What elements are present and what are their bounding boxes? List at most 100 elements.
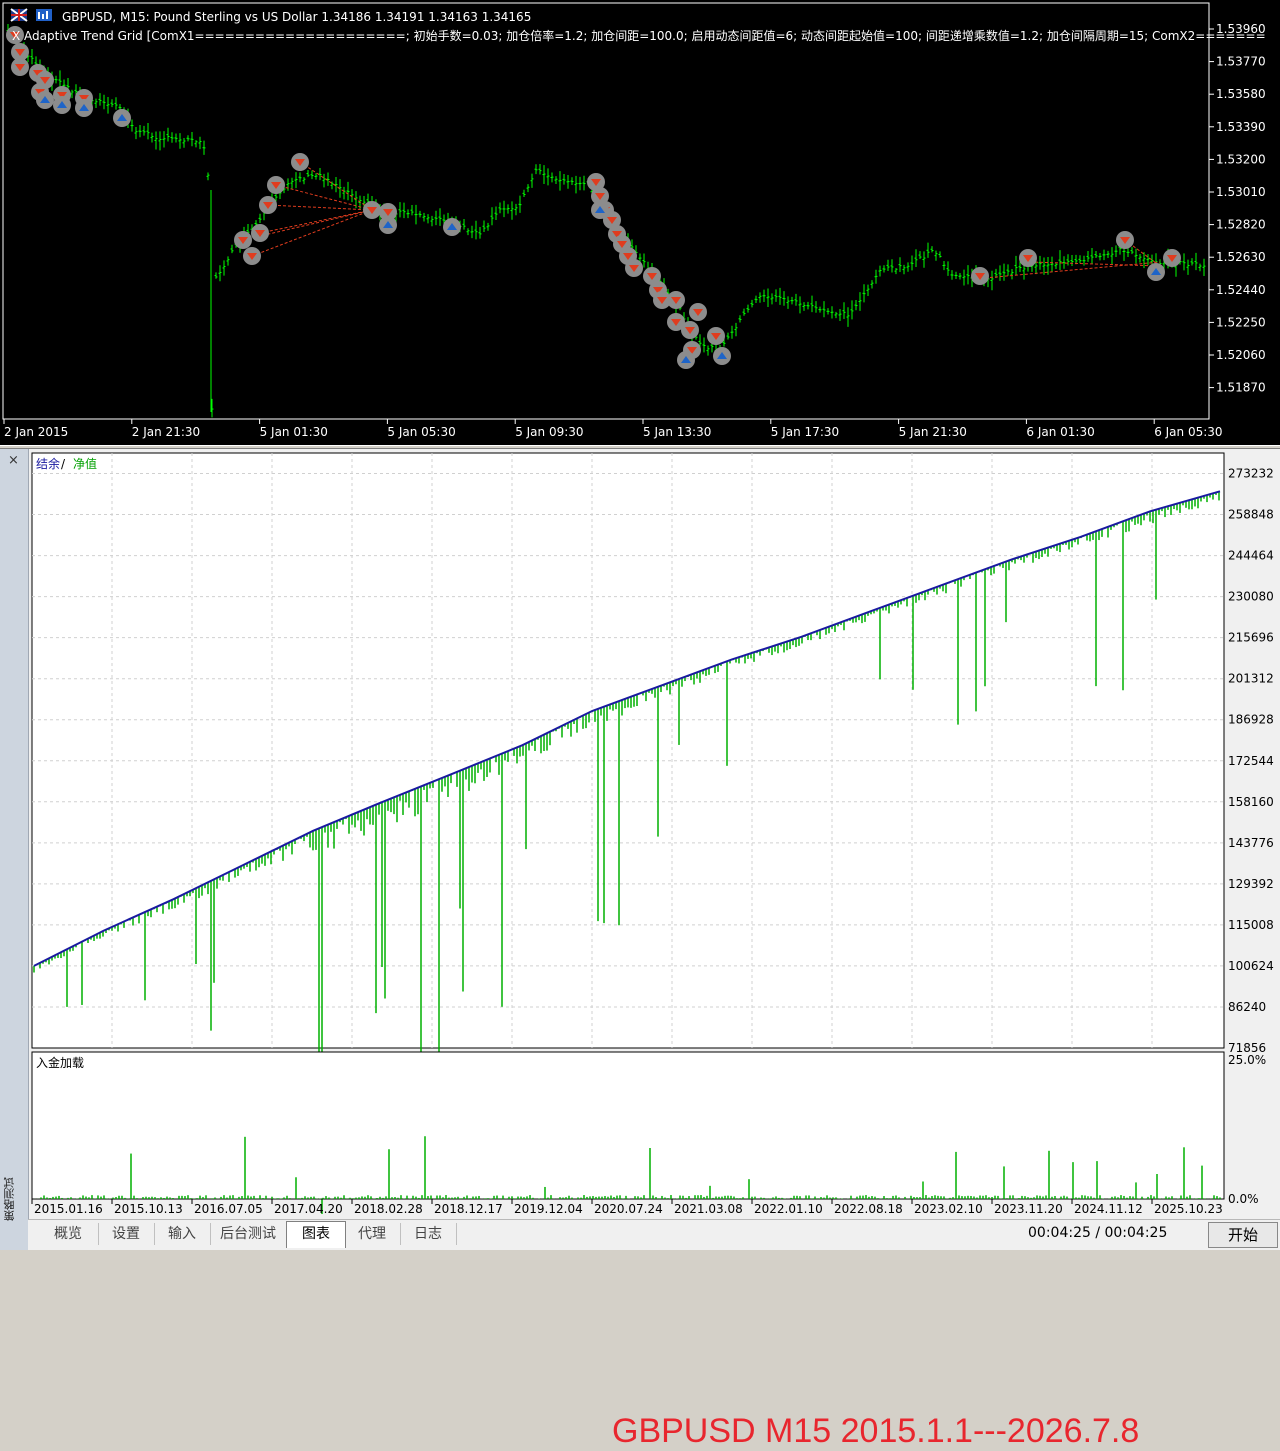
sell-marker[interactable] xyxy=(971,267,989,285)
time-tick-label: 6 Jan 05:30 xyxy=(1154,425,1222,439)
balance-y-tick-label: 215696 xyxy=(1228,631,1274,645)
balance-y-tick-label: 230080 xyxy=(1228,590,1274,604)
price-tick-label: 1.52820 xyxy=(1216,218,1266,232)
elapsed-timer: 00:04:25 / 00:04:25 xyxy=(1028,1225,1168,1241)
tab-inputs[interactable]: 输入 xyxy=(154,1223,211,1245)
sell-marker[interactable] xyxy=(259,196,277,214)
buy-marker[interactable] xyxy=(677,351,695,369)
sell-marker[interactable] xyxy=(707,327,725,345)
buy-marker[interactable] xyxy=(113,109,131,127)
buy-marker[interactable] xyxy=(379,216,397,234)
date-tick-label: 2015.01.16 xyxy=(34,1202,103,1214)
time-tick-label: 5 Jan 01:30 xyxy=(260,425,328,439)
balance-y-tick-label: 273232 xyxy=(1228,467,1274,481)
sell-marker[interactable] xyxy=(251,224,269,242)
balance-x-axis: 2015.01.16 2015.10.13 2016.07.05 2017.04.20… xyxy=(31,1199,1223,1216)
price-tick-label: 1.53580 xyxy=(1216,87,1266,101)
balance-y-tick-label: 244464 xyxy=(1228,549,1274,563)
sell-marker[interactable] xyxy=(243,247,261,265)
legend-equity: 净值 xyxy=(73,456,97,471)
date-tick-label: 2025.10.23 xyxy=(1154,1202,1223,1214)
buy-marker[interactable] xyxy=(1147,263,1165,281)
balance-y-axis: 273232 258848 244464 230080 215696 201312 1869… xyxy=(1228,467,1274,1055)
balance-y-tick-label: 186928 xyxy=(1228,713,1274,727)
chart-title: GBPUSD, M15: Pound Sterling vs US Dollar… xyxy=(62,10,531,24)
sell-marker[interactable] xyxy=(234,231,252,249)
balance-y-tick-label: 172544 xyxy=(1228,754,1274,768)
trade-markers[interactable] xyxy=(6,26,1181,369)
buy-marker[interactable] xyxy=(443,218,461,236)
date-tick-label: 2022.08.18 xyxy=(834,1202,903,1214)
sell-marker[interactable] xyxy=(1163,249,1181,267)
sell-marker[interactable] xyxy=(291,153,309,171)
time-axis: 2 Jan 2015 2 Jan 21:30 5 Jan 01:30 5 Jan 05… xyxy=(3,419,1223,439)
strategy-tester-label: 策略测试 xyxy=(3,1177,16,1221)
date-tick-label: 2022.01.10 xyxy=(754,1202,823,1214)
date-tick-label: 2023.02.10 xyxy=(914,1202,983,1214)
ea-parameters-line: X Adaptive Trend Grid [ComX1============… xyxy=(12,28,1266,43)
time-tick-label: 5 Jan 17:30 xyxy=(771,425,839,439)
strategy-tester-side-tab: × 策略测试 xyxy=(0,449,29,1250)
sell-marker[interactable] xyxy=(1116,231,1134,249)
sell-marker[interactable] xyxy=(689,303,707,321)
overlay-caption: GBPUSD M15 2015.1.1---2026.7.8 xyxy=(612,1412,1140,1450)
price-tick-label: 1.53200 xyxy=(1216,152,1266,166)
sell-marker[interactable] xyxy=(667,291,685,309)
time-tick-label: 2 Jan 21:30 xyxy=(132,425,200,439)
balance-y-tick-label: 100624 xyxy=(1228,959,1274,973)
date-tick-label: 2019.12.04 xyxy=(514,1202,583,1214)
buy-marker[interactable] xyxy=(713,347,731,365)
sell-marker[interactable] xyxy=(267,176,285,194)
date-tick-label: 2017.04.20 xyxy=(274,1202,343,1214)
start-button[interactable]: 开始 xyxy=(1208,1222,1278,1248)
tab-overview[interactable]: 概览 xyxy=(38,1223,99,1245)
sell-marker[interactable] xyxy=(1019,249,1037,267)
date-tick-label: 2016.07.05 xyxy=(194,1202,263,1214)
tab-chart[interactable]: 图表 xyxy=(286,1221,346,1248)
date-tick-label: 2015.10.13 xyxy=(114,1202,183,1214)
price-chart-canvas: 1.539601.537701.535801.533901.532001.530… xyxy=(2,2,1266,439)
load-top-tick: 25.0% xyxy=(1228,1053,1266,1067)
buy-marker[interactable] xyxy=(36,91,54,109)
tester-tabs-bar: 概览 设置 输入 后台测试 图表 代理 日志 00:04:25 / 00:04:… xyxy=(28,1219,1280,1250)
sell-marker[interactable] xyxy=(625,259,643,277)
balance-y-tick-label: 158160 xyxy=(1228,795,1274,809)
buy-marker[interactable] xyxy=(591,201,609,219)
balance-y-tick-label: 129392 xyxy=(1228,877,1274,891)
time-tick-label: 2 Jan 2015 xyxy=(4,425,68,439)
date-tick-label: 2020.07.24 xyxy=(594,1202,663,1214)
price-tick-label: 1.53390 xyxy=(1216,120,1266,134)
trade-link-line xyxy=(251,209,373,257)
date-tick-label: 2023.11.20 xyxy=(994,1202,1063,1214)
tab-backtest[interactable]: 后台测试 xyxy=(210,1223,287,1245)
sell-marker[interactable] xyxy=(681,321,699,339)
sell-marker[interactable] xyxy=(363,201,381,219)
price-tick-label: 1.52440 xyxy=(1216,283,1266,297)
price-tick-label: 1.53010 xyxy=(1216,185,1266,199)
indicator-icon xyxy=(36,9,52,21)
balance-y-tick-label: 201312 xyxy=(1228,672,1274,686)
time-tick-label: 5 Jan 21:30 xyxy=(899,425,967,439)
date-tick-label: 2018.12.17 xyxy=(434,1202,503,1214)
date-tick-label: 2024.11.12 xyxy=(1074,1202,1143,1214)
load-bottom-tick: 0.0% xyxy=(1228,1192,1259,1206)
time-tick-label: 6 Jan 01:30 xyxy=(1026,425,1094,439)
tab-agents[interactable]: 代理 xyxy=(344,1223,401,1245)
time-tick-label: 5 Jan 05:30 xyxy=(387,425,455,439)
buy-marker[interactable] xyxy=(53,96,71,114)
price-tick-label: 1.51870 xyxy=(1216,381,1266,395)
balance-y-tick-label: 115008 xyxy=(1228,918,1274,932)
sell-marker[interactable] xyxy=(11,58,29,76)
price-chart[interactable]: 1.53960 1.53770 1.53580 1.53390 1.53200 1.530… xyxy=(0,0,1280,445)
balance-y-tick-label: 143776 xyxy=(1228,836,1274,850)
buy-marker[interactable] xyxy=(75,99,93,117)
date-tick-label: 2018.02.28 xyxy=(354,1202,423,1214)
tab-journal[interactable]: 日志 xyxy=(400,1223,457,1245)
balance-y-tick-label: 258848 xyxy=(1228,508,1274,522)
legend-balance: 结余 xyxy=(36,456,60,471)
price-tick-label: 1.52060 xyxy=(1216,348,1266,362)
balance-y-tick-label: 86240 xyxy=(1228,1000,1266,1014)
tab-settings[interactable]: 设置 xyxy=(98,1223,155,1245)
time-tick-label: 5 Jan 09:30 xyxy=(515,425,583,439)
close-icon[interactable]: × xyxy=(8,453,19,468)
